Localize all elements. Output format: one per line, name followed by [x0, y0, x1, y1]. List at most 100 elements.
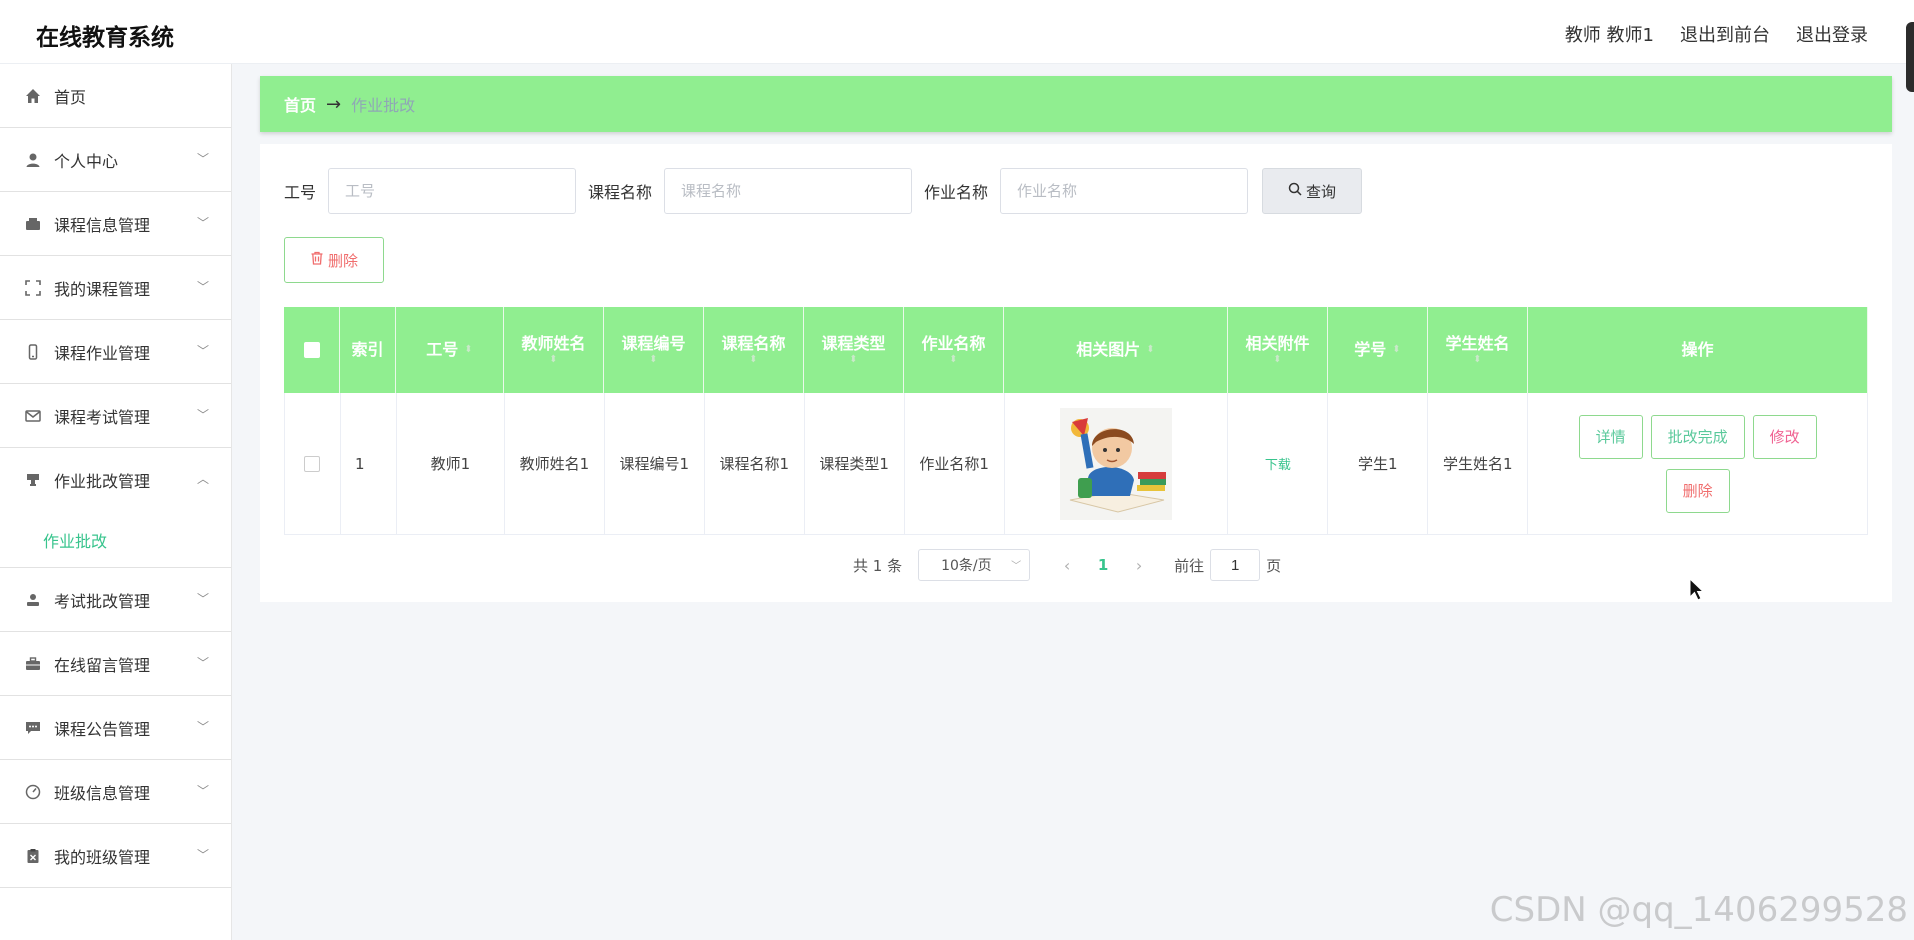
sidebar-item-course-exam[interactable]: 课程考试管理 ﹀	[0, 384, 231, 448]
sort-icon[interactable]: ⬍	[464, 340, 472, 360]
cell-attachment: 下载	[1228, 393, 1329, 534]
header-image[interactable]: 相关图片 ⬍	[1004, 307, 1228, 393]
page-number[interactable]: 1	[1082, 556, 1124, 574]
chat-icon	[24, 719, 42, 737]
table-header: 索引 工号 ⬍ 教师姓名 ⬍ 课程编号 ⬍ 课程名称 ⬍ 课程类型 ⬍ 作业名称 ⬍ 相关图…	[284, 307, 1868, 393]
homework-thumbnail[interactable]	[1059, 407, 1172, 520]
course-name-label: 课程名称	[588, 183, 653, 202]
cell-student-name: 学生姓名1	[1428, 393, 1529, 534]
search-form: 工号 课程名称 作业名称 查询	[284, 168, 1363, 214]
wallet-icon	[24, 215, 42, 233]
teacher-id-input[interactable]	[328, 168, 577, 214]
homework-name-label: 作业名称	[924, 183, 989, 202]
select-all-checkbox[interactable]	[303, 342, 320, 358]
sidebar-item-label: 首页	[54, 87, 87, 107]
sidebar-item-label: 课程信息管理	[54, 215, 151, 235]
trash-icon	[310, 251, 324, 269]
watermark: CSDN @qq_1406299528	[1489, 890, 1908, 930]
page-unit-label: 页	[1266, 556, 1282, 575]
header-student-no[interactable]: 学号 ⬍	[1328, 307, 1428, 393]
header-attachment[interactable]: 相关附件 ⬍	[1228, 307, 1328, 393]
row-delete-button[interactable]: 删除	[1665, 468, 1730, 513]
header-teacher-name[interactable]: 教师姓名 ⬍	[504, 307, 604, 393]
header-course-name[interactable]: 课程名称 ⬍	[704, 307, 804, 393]
sidebar-item-label: 班级信息管理	[54, 783, 151, 803]
row-select-cell	[285, 393, 341, 534]
row-actions: 详情 批改完成 修改 删除	[1553, 414, 1843, 513]
batch-delete-button[interactable]: 删除	[284, 237, 384, 283]
sort-icon[interactable]: ⬍	[849, 354, 857, 366]
sidebar-item-course-homework[interactable]: 课程作业管理 ﹀	[0, 320, 231, 384]
chevron-down-icon: ﹀	[196, 152, 209, 166]
sidebar-item-label: 在线留言管理	[54, 655, 151, 675]
sort-icon[interactable]: ⬍	[1392, 340, 1400, 360]
prev-page-icon[interactable]: ‹	[1052, 556, 1082, 575]
table-body: 1 教师1 教师姓名1 课程编号1 课程名称1 课程类型1 作业名称1 下载 学…	[284, 393, 1869, 535]
homework-name-input[interactable]	[1000, 168, 1249, 214]
goto-label: 前往	[1174, 556, 1205, 575]
header-course-no[interactable]: 课程编号 ⬍	[604, 307, 704, 393]
sidebar-item-label: 作业批改管理	[54, 472, 151, 491]
sidebar-item-exam-grading[interactable]: 考试批改管理 ﹀	[0, 568, 231, 632]
sort-icon[interactable]: ⬍	[1273, 354, 1281, 366]
main-panel: 工号 课程名称 作业名称 查询 删除 索引 工号⬍ 教师姓名⬍ 课程编号⬍ 课程…	[260, 144, 1892, 602]
goto-page-input[interactable]	[1210, 549, 1261, 581]
cell-teacher-name: 教师姓名1	[505, 393, 605, 534]
logout-link[interactable]: 退出登录	[1796, 21, 1868, 47]
app-title: 在线教育系统	[36, 25, 174, 51]
chevron-down-icon: ﹀	[196, 848, 209, 862]
chevron-down-icon: ﹀	[196, 784, 209, 798]
sort-icon[interactable]: ⬍	[749, 354, 757, 366]
download-link[interactable]: 下载	[1265, 454, 1291, 473]
gauge-icon	[24, 783, 42, 801]
table-row: 1 教师1 教师姓名1 课程编号1 课程名称1 课程类型1 作业名称1 下载 学…	[284, 393, 1869, 535]
query-button-label: 查询	[1306, 182, 1337, 201]
total-count: 共 1 条	[853, 556, 903, 575]
header-homework-name[interactable]: 作业名称 ⬍	[904, 307, 1004, 393]
sidebar-item-home[interactable]: 首页	[0, 64, 231, 128]
back-to-front-link[interactable]: 退出到前台	[1680, 21, 1770, 47]
sort-icon[interactable]: ⬍	[649, 354, 657, 366]
cell-course-type: 课程类型1	[805, 393, 905, 534]
header-student-name[interactable]: 学生姓名 ⬍	[1428, 307, 1528, 393]
header-course-type[interactable]: 课程类型 ⬍	[804, 307, 904, 393]
search-icon	[1288, 182, 1302, 200]
course-name-input[interactable]	[664, 168, 913, 214]
sidebar-item-profile[interactable]: 个人中心 ﹀	[0, 128, 231, 192]
sort-icon[interactable]: ⬍	[549, 354, 557, 366]
sidebar-item-label: 课程公告管理	[54, 719, 151, 739]
mail-icon	[24, 407, 42, 425]
breadcrumb-arrow: →	[326, 93, 342, 115]
sort-icon[interactable]: ⬍	[1146, 340, 1154, 360]
clipboard-icon	[24, 847, 42, 865]
header-index: 索引	[340, 307, 396, 393]
submenu-item-homework-grading[interactable]: 作业批改	[0, 512, 231, 568]
sidebar-item-homework-grading[interactable]: 作业批改管理 ︿	[0, 448, 231, 512]
sidebar-item-my-courses[interactable]: 我的课程管理 ﹀	[0, 256, 231, 320]
cell-image	[1005, 393, 1229, 534]
detail-button[interactable]: 详情	[1578, 414, 1643, 459]
sidebar-item-course-info[interactable]: 课程信息管理 ﹀	[0, 192, 231, 256]
edit-button[interactable]: 修改	[1752, 414, 1817, 459]
chevron-down-icon: ﹀	[196, 280, 209, 294]
chevron-down-icon: ﹀	[1011, 561, 1022, 572]
header-select-all[interactable]	[284, 307, 340, 393]
sidebar-item-announcements[interactable]: 课程公告管理 ﹀	[0, 696, 231, 760]
query-button[interactable]: 查询	[1262, 168, 1363, 214]
next-page-icon[interactable]: ›	[1124, 556, 1154, 575]
sidebar-item-class-info[interactable]: 班级信息管理 ﹀	[0, 760, 231, 824]
chevron-up-icon: ︿	[196, 472, 209, 486]
header-teacher-id[interactable]: 工号 ⬍	[396, 307, 504, 393]
sort-icon[interactable]: ⬍	[1473, 354, 1481, 366]
mouse-cursor-icon	[1689, 577, 1705, 606]
fullscreen-icon	[24, 279, 42, 297]
breadcrumb-home[interactable]: 首页	[284, 92, 316, 116]
sort-icon[interactable]: ⬍	[949, 354, 957, 366]
sidebar-item-my-class[interactable]: 我的班级管理 ﹀	[0, 824, 231, 888]
row-checkbox[interactable]	[304, 455, 321, 472]
page-size-select[interactable]: 10条/页 ﹀	[918, 549, 1031, 581]
grade-complete-button[interactable]: 批改完成	[1650, 414, 1745, 459]
edge-handle	[1906, 22, 1914, 92]
sidebar-item-messages[interactable]: 在线留言管理 ﹀	[0, 632, 231, 696]
breadcrumb-current: 作业批改	[351, 96, 416, 115]
